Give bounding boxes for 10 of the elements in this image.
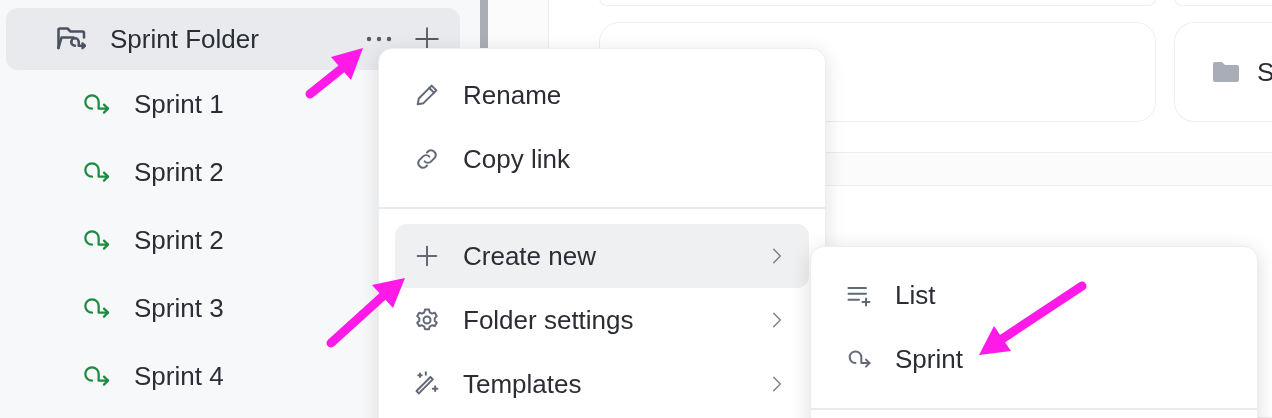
folder-icon: [1211, 60, 1241, 84]
menu-item[interactable]: Templates: [395, 352, 809, 416]
menu-item[interactable]: Copy link: [395, 127, 809, 191]
annotation-arrow: [305, 48, 363, 99]
menu-item[interactable]: Sprint: [827, 327, 1241, 391]
more-icon: [366, 36, 392, 42]
menu-item[interactable]: Folder settings: [395, 288, 809, 352]
menu-item[interactable]: List: [827, 263, 1241, 327]
sidebar-item[interactable]: Sprint Folder: [6, 8, 460, 70]
menu-item[interactable]: Create new: [395, 224, 809, 288]
